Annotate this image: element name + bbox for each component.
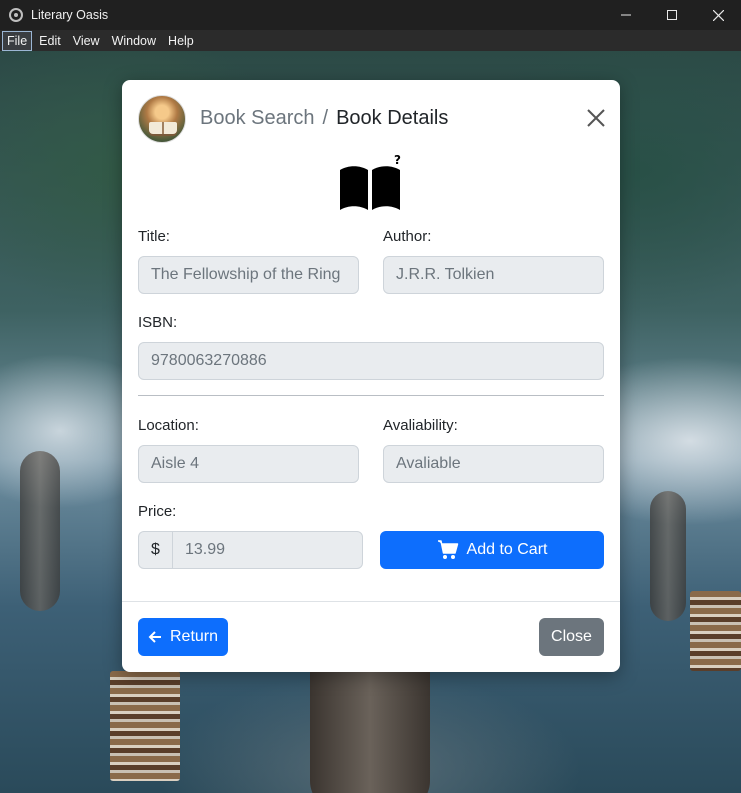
menu-file[interactable]: File	[2, 30, 33, 51]
section-divider	[138, 395, 604, 396]
availability-field[interactable]: Avaliable	[383, 445, 604, 483]
svg-text:?: ?	[394, 154, 401, 167]
menu-help[interactable]: Help	[163, 31, 199, 51]
arrow-left-icon	[148, 631, 161, 643]
avatar	[138, 95, 186, 143]
breadcrumb-separator: /	[322, 107, 329, 129]
book-stack-image	[110, 671, 180, 781]
return-label: Return	[169, 628, 219, 645]
add-to-cart-button[interactable]: Add to Cart	[380, 531, 604, 569]
book-details-modal: Book Search / Book Details ? Title: The …	[122, 80, 620, 672]
currency-prefix: $	[138, 531, 172, 569]
menubar: File Edit View Window Help	[0, 30, 741, 51]
isbn-field[interactable]: 9780063270886	[138, 342, 604, 380]
menu-window[interactable]: Window	[107, 31, 161, 51]
return-button[interactable]: Return	[138, 618, 228, 656]
cart-icon	[437, 540, 458, 559]
book-stack-image	[690, 591, 741, 671]
tree-trunk	[650, 491, 686, 621]
tree-trunk	[20, 451, 60, 611]
modal-footer-divider	[122, 601, 620, 602]
breadcrumb: Book Search / Book Details	[200, 107, 448, 130]
window-controls	[603, 0, 741, 30]
title-field[interactable]: The Fellowship of the Ring	[138, 256, 359, 294]
breadcrumb-book-search[interactable]: Book Search	[200, 107, 315, 130]
close-button[interactable]: Close	[539, 618, 604, 656]
book-unknown-icon: ?	[340, 154, 401, 210]
close-modal-icon[interactable]	[586, 108, 606, 128]
author-field[interactable]: J.R.R. Tolkien	[383, 256, 604, 294]
app-logo-icon	[9, 8, 23, 22]
price-input-group: $ 13.99	[138, 531, 363, 569]
price-label: Price:	[138, 503, 177, 520]
close-icon[interactable]	[695, 0, 741, 30]
close-label: Close	[551, 628, 592, 645]
window-titlebar: Literary Oasis	[0, 0, 741, 30]
availability-label: Avaliability:	[383, 417, 458, 434]
location-field[interactable]: Aisle 4	[138, 445, 359, 483]
menu-edit[interactable]: Edit	[34, 31, 66, 51]
title-label: Title:	[138, 228, 170, 245]
add-to-cart-label: Add to Cart	[466, 541, 548, 558]
minimize-icon[interactable]	[603, 0, 649, 30]
isbn-label: ISBN:	[138, 314, 178, 331]
maximize-icon[interactable]	[649, 0, 695, 30]
modal-header: Book Search / Book Details	[122, 80, 620, 158]
menu-view[interactable]: View	[68, 31, 105, 51]
price-field[interactable]: 13.99	[172, 531, 363, 569]
location-label: Location:	[138, 417, 199, 434]
author-label: Author:	[383, 228, 432, 245]
window-title: Literary Oasis	[31, 8, 109, 22]
page-title: Book Details	[336, 107, 449, 129]
